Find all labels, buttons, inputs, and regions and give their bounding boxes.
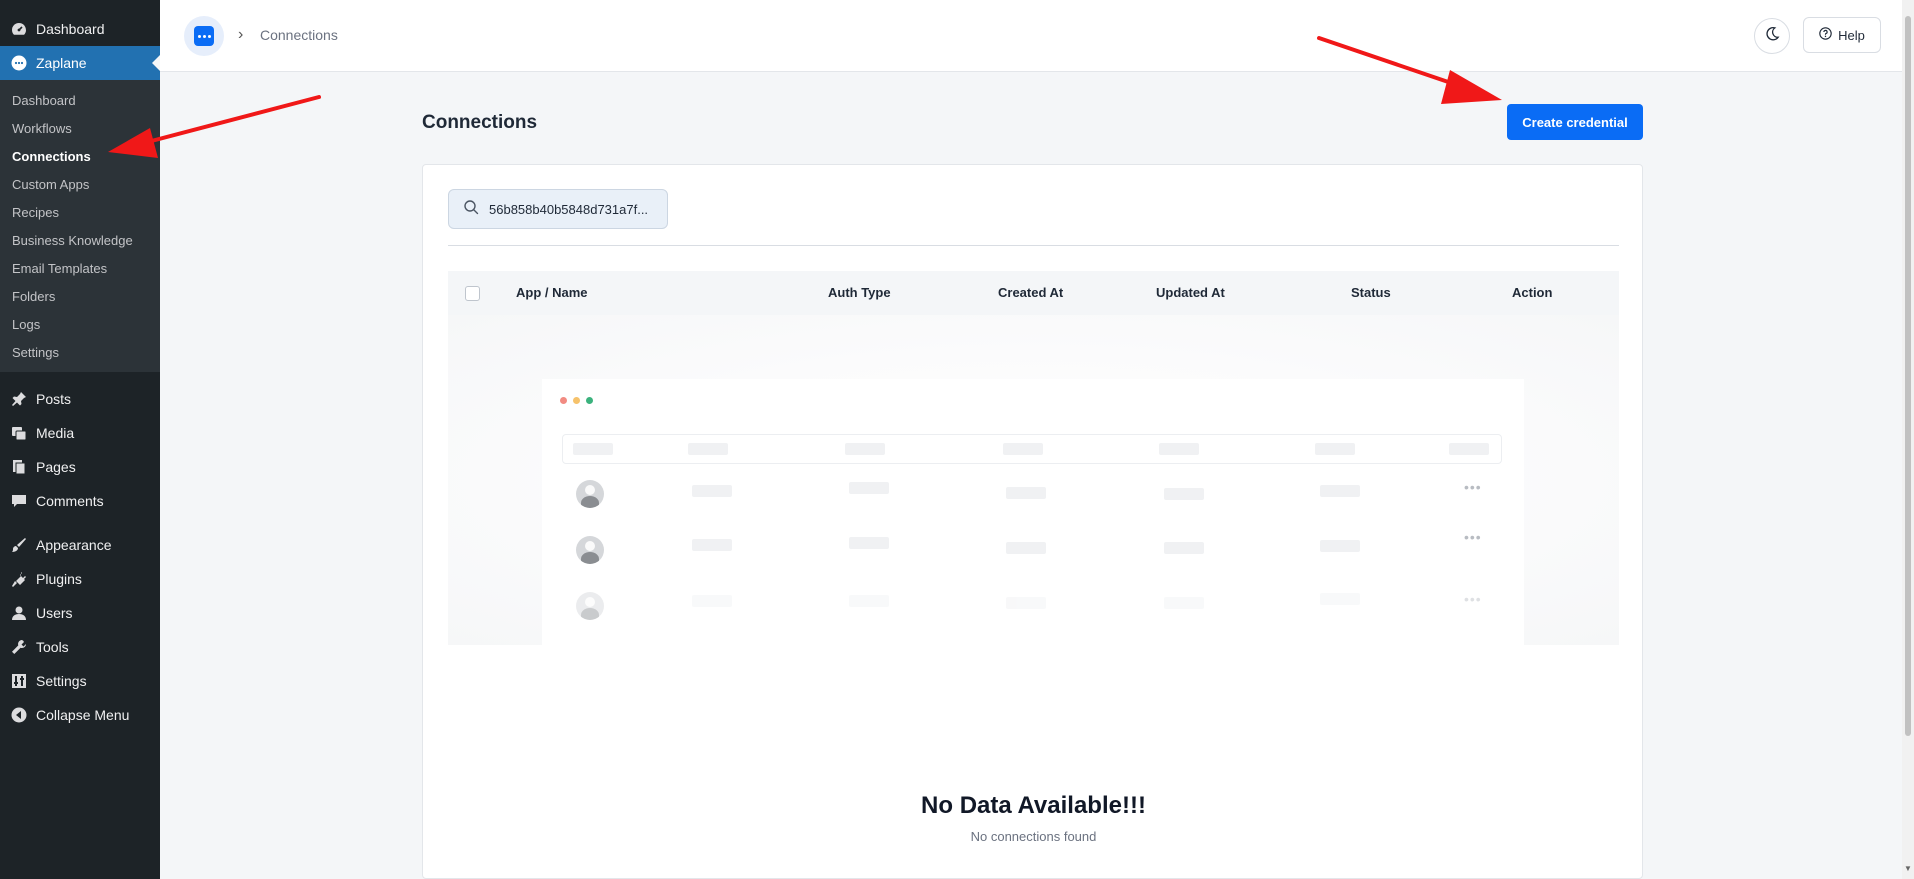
empty-state-title: No Data Available!!! [921,792,1146,819]
empty-state-subtitle: No connections found [970,829,1097,844]
more-dots-icon: ••• [1464,529,1482,545]
pin-icon [10,391,27,408]
avatar [576,480,604,508]
avatar [576,592,604,620]
table-header: App / Name Auth Type Created At Updated … [448,271,1619,315]
create-credential-button[interactable]: Create credential [1507,104,1643,140]
submenu-email-templates[interactable]: Email Templates [0,254,160,282]
sliders-icon [10,673,27,690]
breadcrumb[interactable]: Connections [260,27,338,43]
window-dot-yellow [573,397,580,404]
plug-icon [10,571,27,588]
submenu-custom-apps[interactable]: Custom Apps [0,170,160,198]
connections-card: App / Name Auth Type Created At Updated … [422,164,1643,879]
column-action[interactable]: Action [1512,285,1552,300]
select-all-checkbox[interactable] [465,286,480,301]
avatar [576,536,604,564]
zaplane-logo[interactable] [184,16,224,56]
help-button[interactable]: Help [1803,17,1881,53]
wp-menu-posts[interactable]: Posts [0,382,160,416]
submenu-settings[interactable]: Settings [0,338,160,366]
comment-icon [10,493,27,510]
zaplane-icon [10,55,27,72]
search-field[interactable] [448,189,668,229]
zaplane-submenu: Dashboard Workflows Connections Custom A… [0,80,160,372]
submenu-folders[interactable]: Folders [0,282,160,310]
submenu-business-knowledge[interactable]: Business Knowledge [0,226,160,254]
mock-table-window: ••• ••• ••• [542,379,1524,645]
wp-menu-label: Zaplane [36,55,87,71]
column-created-at[interactable]: Created At [998,285,1063,300]
column-app-name[interactable]: App / Name [516,285,588,300]
more-dots-icon: ••• [1464,479,1482,495]
wp-menu-label: Tools [36,639,69,655]
wp-menu-settings[interactable]: Settings [0,664,160,698]
column-updated-at[interactable]: Updated At [1156,285,1225,300]
wp-menu-label: Settings [36,673,87,689]
window-dot-red [560,397,567,404]
wp-menu-collapse[interactable]: Collapse Menu [0,698,160,732]
scrollbar-thumb[interactable] [1905,16,1911,736]
window-dot-green [586,397,593,404]
zaplane-logo-icon [194,26,214,46]
submenu-connections[interactable]: Connections [0,142,160,170]
user-icon [10,605,27,622]
chevron-right-icon: › [238,26,244,43]
column-auth-type[interactable]: Auth Type [828,285,891,300]
scroll-down-arrow-icon[interactable]: ▼ [1904,864,1912,873]
wp-menu-label: Collapse Menu [36,707,130,723]
column-status[interactable]: Status [1351,285,1391,300]
more-dots-icon: ••• [1464,591,1482,607]
submenu-logs[interactable]: Logs [0,310,160,338]
moon-icon [1765,26,1780,46]
mock-table-header [562,434,1502,464]
wp-menu-tools[interactable]: Tools [0,630,160,664]
wp-menu-label: Users [36,605,73,621]
brush-icon [10,537,27,554]
wp-menu-label: Pages [36,459,76,475]
collapse-icon [10,707,27,724]
wp-menu-label: Media [36,425,75,441]
page-scrollbar[interactable]: ▼ [1902,0,1914,879]
wp-menu-zaplane[interactable]: Zaplane [0,46,160,80]
wp-menu-media[interactable]: Media [0,416,160,450]
search-input[interactable] [489,201,659,217]
wrench-icon [10,639,27,656]
theme-toggle-button[interactable] [1754,18,1790,54]
wp-menu-comments[interactable]: Comments [0,484,160,518]
wp-admin-sidebar: Dashboard Zaplane Dashboard Workflows Co… [0,0,160,879]
wp-menu-pages[interactable]: Pages [0,450,160,484]
wp-menu-label: Dashboard [36,21,105,37]
media-icon [10,425,27,442]
wp-menu-dashboard[interactable]: Dashboard [0,12,160,46]
page-title: Connections [422,112,538,133]
question-circle-icon [1819,27,1832,43]
search-icon [463,199,479,220]
wp-menu-label: Posts [36,391,72,407]
submenu-workflows[interactable]: Workflows [0,114,160,142]
wp-menu-label: Plugins [36,571,82,587]
help-label: Help [1838,27,1865,43]
wp-menu-label: Comments [36,493,104,509]
wp-menu-label: Appearance [36,537,112,553]
wp-menu-plugins[interactable]: Plugins [0,562,160,596]
wp-menu-users[interactable]: Users [0,596,160,630]
submenu-dashboard[interactable]: Dashboard [0,86,160,114]
empty-state-illustration: ••• ••• ••• [448,315,1619,645]
app-header: › Connections Help [160,0,1902,72]
divider [448,245,1619,246]
wp-menu-appearance[interactable]: Appearance [0,528,160,562]
submenu-recipes[interactable]: Recipes [0,198,160,226]
gauge-icon [10,21,27,38]
pages-icon [10,459,27,476]
